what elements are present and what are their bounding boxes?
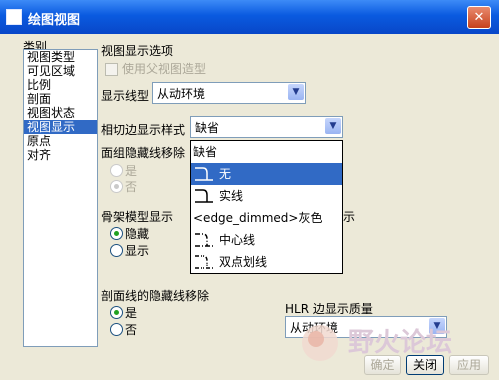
centerline-icon [195, 233, 213, 247]
section-no-label: 否 [125, 323, 138, 337]
dropdown-option-label: 实线 [219, 189, 244, 203]
hidden-line-yes-label: 是 [125, 164, 138, 178]
title-bar: 绘图视图 ✕ [0, 0, 499, 34]
dropdown-option-label: 中心线 [219, 233, 256, 247]
line-style-select[interactable]: 从动环境 ▼ [152, 82, 306, 104]
use-parent-style-checkbox[interactable] [105, 63, 118, 76]
skeleton-show-label: 显示 [125, 244, 150, 258]
skeleton-hide-label: 隐藏 [125, 227, 150, 241]
dropdown-option[interactable]: 双点划线 [191, 251, 342, 273]
tangent-style-label: 相切边显示样式 [101, 123, 186, 137]
phantom-line-icon [195, 255, 213, 269]
category-item[interactable]: 比例 [24, 78, 97, 92]
hidden-line-removal-label: 面组隐藏线移除 [101, 146, 186, 160]
apply-button[interactable]: 应用 [449, 355, 489, 375]
hidden-line-no-label: 否 [125, 180, 138, 194]
skeleton-hide-radio[interactable] [110, 227, 123, 240]
section-hidden-label: 剖面线的隐藏线移除 [101, 289, 210, 303]
category-list[interactable]: 视图类型 可见区域 比例 剖面 视图状态 视图显示 原点 对齐 [23, 49, 98, 347]
dropdown-option-label: <edge_dimmed>灰色 [193, 211, 323, 225]
ok-button[interactable]: 确定 [364, 355, 401, 375]
category-item[interactable]: 可见区域 [24, 64, 97, 78]
tangent-style-select[interactable]: 缺省 ▼ [190, 116, 343, 138]
tangent-style-dropdown[interactable]: 缺省无实线 <edge_dimmed>灰色中心线双点划线 [190, 140, 343, 274]
category-item[interactable]: 视图状态 [24, 106, 97, 120]
watermark-text: 野火论坛 [348, 328, 452, 358]
dropdown-option[interactable]: 实线 [191, 185, 342, 207]
category-item[interactable]: 剖面 [24, 92, 97, 106]
dropdown-option-label: 无 [219, 167, 232, 181]
close-window-button[interactable]: ✕ [467, 6, 491, 29]
category-item[interactable]: 视图显示 [24, 120, 97, 134]
chevron-down-icon[interactable]: ▼ [325, 118, 341, 134]
dropdown-option[interactable]: 无 [191, 163, 342, 185]
category-item[interactable]: 对齐 [24, 148, 97, 162]
skeleton-clipped-text: 示 [343, 210, 356, 224]
skeleton-show-radio[interactable] [110, 244, 123, 257]
use-parent-style-label: 使用父视图造型 [122, 62, 207, 76]
hidden-line-no-radio[interactable] [110, 180, 123, 193]
solid-line-icon [195, 189, 213, 203]
window-title: 绘图视图 [28, 13, 81, 28]
section-no-radio[interactable] [110, 323, 123, 336]
dropdown-option[interactable]: <edge_dimmed>灰色 [191, 207, 342, 229]
hook-icon [195, 167, 213, 181]
skeleton-label: 骨架模型显示 [101, 210, 174, 224]
line-style-value: 从动环境 [157, 87, 206, 101]
dropdown-option[interactable]: 中心线 [191, 229, 342, 251]
close-button[interactable]: 关闭 [406, 355, 444, 375]
section-yes-label: 是 [125, 306, 138, 320]
category-item[interactable]: 视图类型 [24, 50, 97, 64]
hidden-line-yes-radio[interactable] [110, 164, 123, 177]
category-item[interactable]: 原点 [24, 134, 97, 148]
line-style-label: 显示线型 [101, 89, 150, 103]
dropdown-option[interactable]: 缺省 [191, 141, 342, 163]
display-options-label: 视图显示选项 [101, 44, 174, 58]
dropdown-option-label: 双点划线 [219, 255, 268, 269]
tangent-style-value: 缺省 [195, 121, 220, 135]
dropdown-option-label: 缺省 [193, 145, 218, 159]
dialog-body: 类别 视图类型 可见区域 比例 剖面 视图状态 视图显示 原点 对齐 视图显示选项 使用父视图… [4, 34, 495, 376]
section-yes-radio[interactable] [110, 306, 123, 319]
chevron-down-icon[interactable]: ▼ [288, 84, 304, 100]
window-icon [6, 9, 22, 25]
